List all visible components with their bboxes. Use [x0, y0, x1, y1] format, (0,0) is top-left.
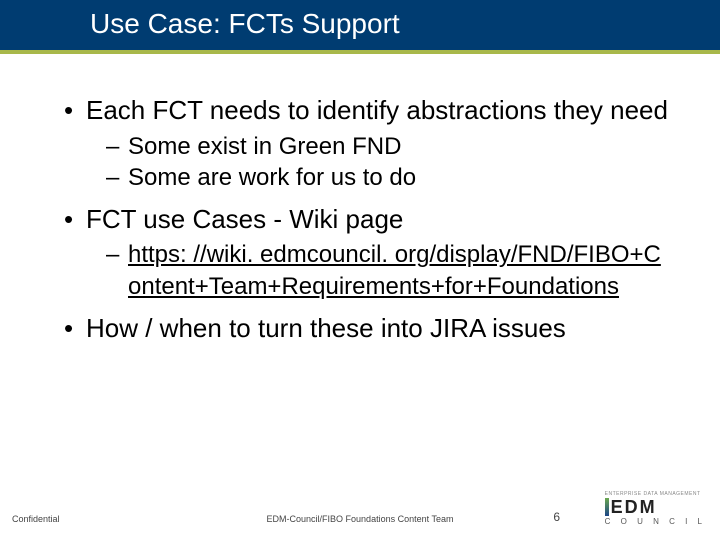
wiki-link[interactable]: https: //wiki. edmcouncil. org/display/F… — [128, 241, 661, 299]
bullet-1-sub-2: Some are work for us to do — [106, 162, 670, 193]
bullet-1: Each FCT needs to identify abstractions … — [60, 94, 670, 193]
bullet-3: How / when to turn these into JIRA issue… — [60, 312, 670, 345]
logo-sub: C O U N C I L — [605, 518, 706, 526]
page-number: 6 — [553, 510, 560, 524]
slide-title: Use Case: FCTs Support — [0, 0, 720, 54]
bullet-1-sub-1: Some exist in Green FND — [106, 131, 670, 162]
logo-accent-icon — [605, 498, 609, 516]
bullet-1-text: Each FCT needs to identify abstractions … — [86, 95, 668, 125]
bullet-2-text: FCT use Cases - Wiki page — [86, 204, 403, 234]
bullet-3-text: How / when to turn these into JIRA issue… — [86, 313, 566, 343]
slide-body: Each FCT needs to identify abstractions … — [0, 54, 720, 344]
logo-main: EDM — [611, 498, 657, 516]
edm-logo: ENTERPRISE DATA MANAGEMENT EDM C O U N C… — [605, 492, 706, 526]
bullet-2: FCT use Cases - Wiki page https: //wiki.… — [60, 203, 670, 302]
bullet-2-sub-link-item: https: //wiki. edmcouncil. org/display/F… — [106, 239, 670, 301]
